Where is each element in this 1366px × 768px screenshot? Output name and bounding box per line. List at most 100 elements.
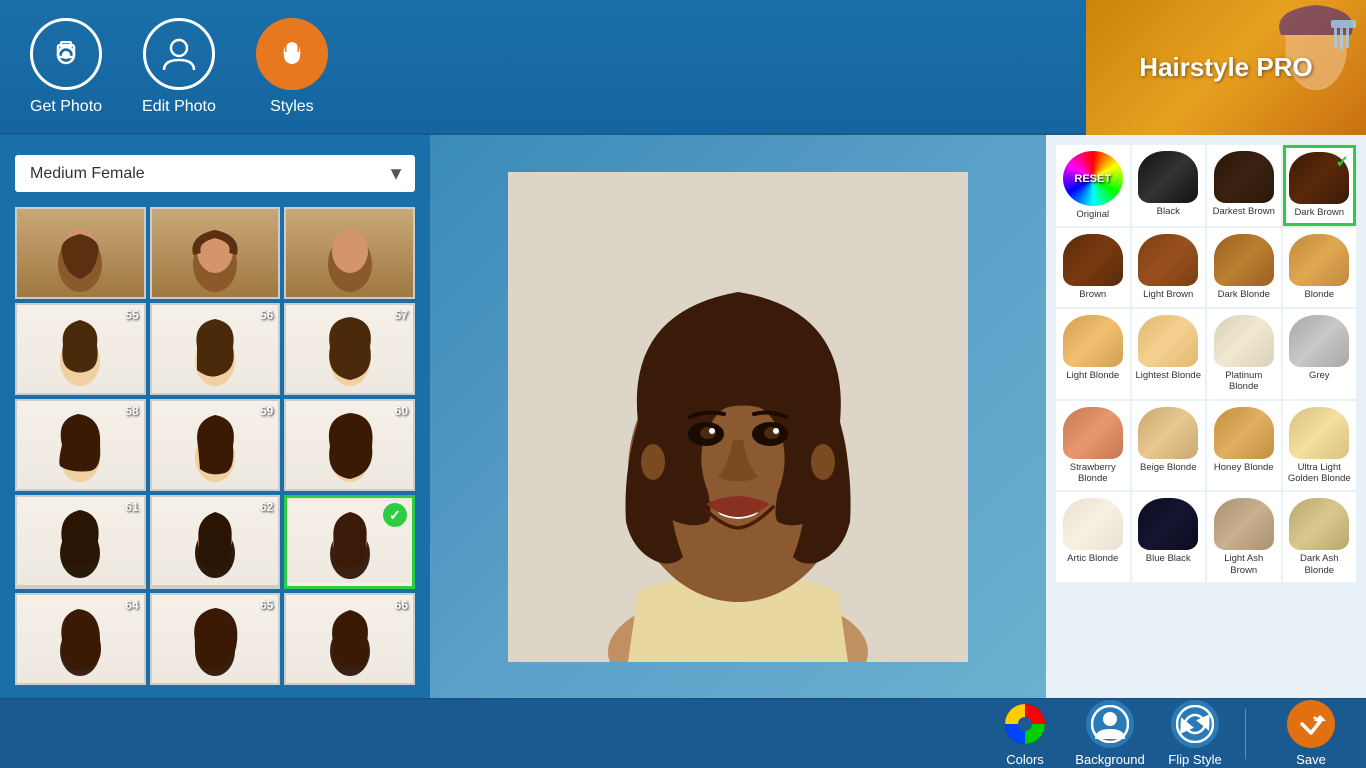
color-item-lightest-blonde[interactable]: Lightest Blonde	[1132, 309, 1206, 399]
style-item-63[interactable]: ✓	[284, 495, 415, 589]
color-item-ultra-light-golden-blonde[interactable]: Ultra Light Golden Blonde	[1283, 401, 1357, 491]
color-item-darkest-brown[interactable]: Darkest Brown	[1207, 145, 1281, 226]
color-item-platinum-blonde[interactable]: Platinum Blonde	[1207, 309, 1281, 399]
color-label-dark-brown: Dark Brown	[1294, 207, 1344, 218]
style-item-top-2[interactable]	[150, 207, 281, 299]
color-label-strawberry-blonde: Strawberry Blonde	[1060, 462, 1126, 485]
color-item-light-ash-brown[interactable]: Light Ash Brown	[1207, 492, 1281, 582]
edit-photo-icon-circle	[143, 18, 215, 90]
color-item-artic-blonde[interactable]: Artic Blonde	[1056, 492, 1130, 582]
style-category-select[interactable]: Medium Female Short Female Long Female S…	[15, 155, 415, 192]
person-icon	[159, 34, 199, 74]
style-item-55[interactable]: 55	[15, 303, 146, 395]
color-swatch-dark-brown	[1289, 152, 1349, 204]
style-thumb-svg	[175, 209, 255, 297]
style-item-60[interactable]: 60	[284, 399, 415, 491]
style-item-56[interactable]: 56	[150, 303, 281, 395]
color-item-brown[interactable]: Brown	[1056, 228, 1130, 306]
color-label-ultra-light-golden-blonde: Ultra Light Golden Blonde	[1287, 462, 1353, 485]
comb-icon	[1326, 20, 1361, 80]
color-item-dark-blonde[interactable]: Dark Blonde	[1207, 228, 1281, 306]
color-swatch-platinum-blonde	[1214, 315, 1274, 367]
nav-styles[interactable]: Styles	[256, 18, 328, 116]
styles-label: Styles	[270, 98, 314, 116]
style-number-59: 59	[260, 404, 273, 418]
color-label-dark-blonde: Dark Blonde	[1218, 289, 1270, 300]
save-icon	[1292, 705, 1330, 743]
style-preview-64	[40, 595, 120, 683]
color-item-light-brown[interactable]: Light Brown	[1132, 228, 1206, 306]
color-item-beige-blonde[interactable]: Beige Blonde	[1132, 401, 1206, 491]
color-item-original[interactable]: RESET Original	[1056, 145, 1130, 226]
color-label-light-blonde: Light Blonde	[1066, 370, 1119, 381]
colors-toolbar-btn[interactable]: Colors	[990, 700, 1060, 767]
color-label-honey-blonde: Honey Blonde	[1214, 462, 1274, 473]
color-label-grey: Grey	[1309, 370, 1330, 381]
color-swatch-beige-blonde	[1138, 407, 1198, 459]
app-title: Hairstyle PRO	[1139, 52, 1312, 83]
style-preview-61	[40, 497, 120, 585]
style-item-64[interactable]: 64	[15, 593, 146, 685]
color-swatch-blonde	[1289, 234, 1349, 286]
colors-btn-label: Colors	[1006, 752, 1044, 767]
nav-edit-photo[interactable]: Edit Photo	[142, 18, 216, 116]
styles-icon-circle	[256, 18, 328, 90]
background-toolbar-btn[interactable]: Background	[1075, 700, 1145, 767]
color-label-blonde: Blonde	[1304, 289, 1334, 300]
color-label-dark-ash-blonde: Dark Ash Blonde	[1287, 553, 1353, 576]
color-item-black[interactable]: Black	[1132, 145, 1206, 226]
color-label-lightest-blonde: Lightest Blonde	[1136, 370, 1202, 381]
style-number-64: 64	[125, 598, 138, 612]
style-item-57[interactable]: 57	[284, 303, 415, 395]
reset-label-inner: RESET	[1074, 173, 1111, 185]
logo-area: Hairstyle PRO	[1086, 0, 1366, 135]
colors-grid: RESET Original Black Darkest Brown Dark …	[1056, 145, 1356, 582]
flip-style-btn-label: Flip Style	[1168, 752, 1221, 767]
color-item-light-blonde[interactable]: Light Blonde	[1056, 309, 1130, 399]
color-swatch-dark-ash-blonde	[1289, 498, 1349, 550]
style-item-62[interactable]: 62	[150, 495, 281, 589]
style-preview-58	[40, 401, 120, 489]
color-swatch-ultra-light-golden-blonde	[1289, 407, 1349, 459]
color-item-blonde[interactable]: Blonde	[1283, 228, 1357, 306]
color-item-dark-brown[interactable]: Dark Brown	[1283, 145, 1357, 226]
color-item-honey-blonde[interactable]: Honey Blonde	[1207, 401, 1281, 491]
style-item-65[interactable]: 65	[150, 593, 281, 685]
color-item-strawberry-blonde[interactable]: Strawberry Blonde	[1056, 401, 1130, 491]
color-item-blue-black[interactable]: Blue Black	[1132, 492, 1206, 582]
color-swatch-light-ash-brown	[1214, 498, 1274, 550]
nav-get-photo[interactable]: Get Photo	[30, 18, 102, 116]
style-number-65: 65	[260, 598, 273, 612]
style-item-59[interactable]: 59	[150, 399, 281, 491]
style-number-58: 58	[125, 404, 138, 418]
save-toolbar-btn[interactable]: Save	[1276, 700, 1346, 767]
style-number-55: 55	[125, 308, 138, 322]
style-item-58[interactable]: 58	[15, 399, 146, 491]
style-preview-63	[310, 498, 390, 586]
hair-icon	[272, 34, 312, 74]
colors-panel: RESET Original Black Darkest Brown Dark …	[1046, 135, 1366, 698]
style-item-top-1[interactable]	[15, 207, 146, 299]
color-item-grey[interactable]: Grey	[1283, 309, 1357, 399]
style-dropdown-wrapper[interactable]: Medium Female Short Female Long Female S…	[15, 155, 415, 192]
flip-style-toolbar-btn[interactable]: Flip Style	[1160, 700, 1230, 767]
save-btn-icon	[1287, 700, 1335, 748]
color-label-original: Original	[1076, 209, 1109, 220]
background-btn-label: Background	[1075, 752, 1144, 767]
style-preview-55	[40, 305, 120, 393]
style-thumb-svg	[40, 209, 120, 297]
header: Get Photo Edit Photo Styles Hairstyle PR…	[0, 0, 1366, 135]
flip-btn-icon	[1171, 700, 1219, 748]
selected-checkmark: ✓	[383, 503, 407, 527]
style-item-top-3[interactable]	[284, 207, 415, 299]
color-swatch-dark-blonde	[1214, 234, 1274, 286]
color-swatch-lightest-blonde	[1138, 315, 1198, 367]
save-btn-label: Save	[1296, 752, 1326, 767]
color-label-brown: Brown	[1079, 289, 1106, 300]
style-item-66[interactable]: 66	[284, 593, 415, 685]
color-item-dark-ash-blonde[interactable]: Dark Ash Blonde	[1283, 492, 1357, 582]
color-wheel-icon	[1004, 703, 1046, 745]
style-thumb-svg	[310, 209, 390, 297]
color-swatch-strawberry-blonde	[1063, 407, 1123, 459]
style-item-61[interactable]: 61	[15, 495, 146, 589]
